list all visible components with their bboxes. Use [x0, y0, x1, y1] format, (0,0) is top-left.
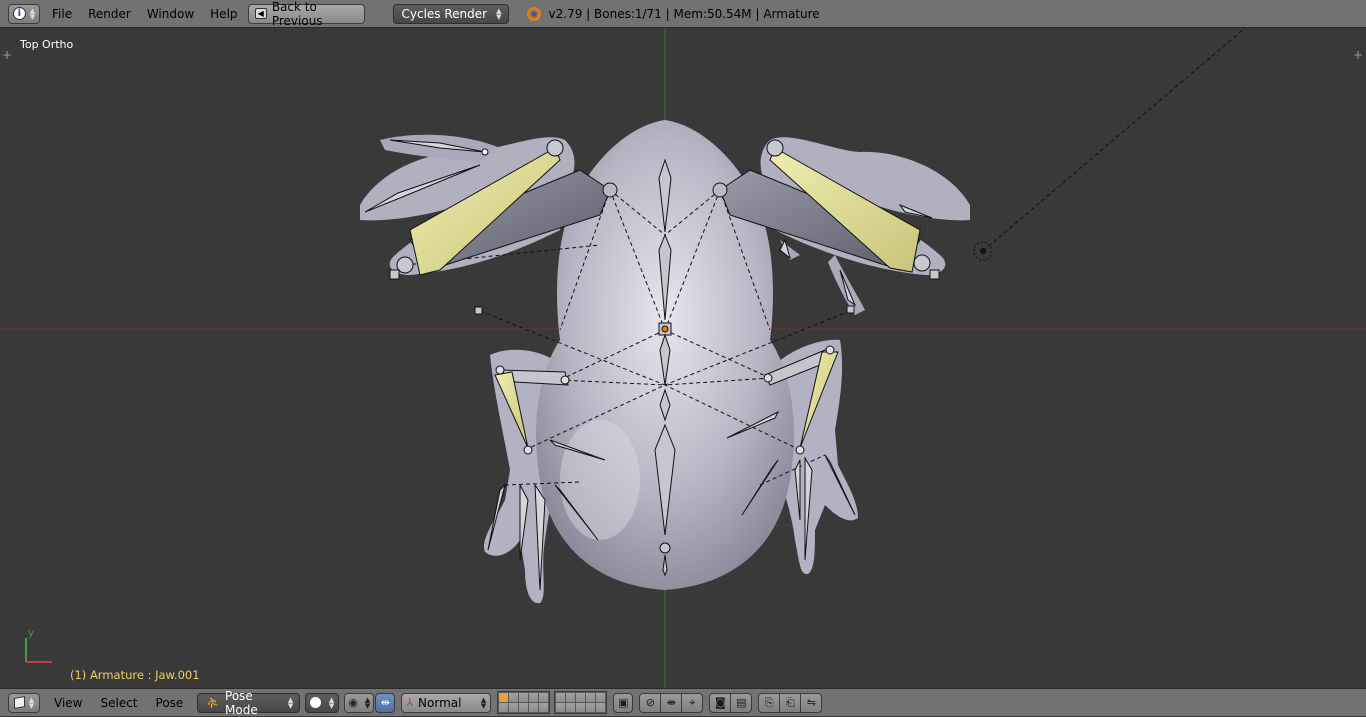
snap-toggle-button[interactable]: ⌖: [681, 692, 704, 713]
render-tools-group: ◙ ▤: [709, 692, 753, 713]
clapper-icon: ▤: [736, 696, 747, 709]
layer-buttons-group-1[interactable]: [497, 691, 551, 714]
opengl-render-image-button[interactable]: ◙: [709, 692, 732, 713]
updown-arrows-icon: ▲ ▼: [29, 6, 36, 21]
layers-icon: ▣: [618, 696, 629, 709]
copy-pose-button[interactable]: ⎘: [758, 692, 781, 713]
menu-pose[interactable]: Pose: [148, 693, 192, 713]
paste-pose-button[interactable]: ⎗: [779, 692, 802, 713]
scene-stats: v2.79 | Bones:1/71 | Mem:50.54M | Armatu…: [548, 6, 820, 21]
pose-copy-group: ⎘ ⎗ ⇋: [758, 692, 823, 713]
paste-flipped-pose-button[interactable]: ⇋: [800, 692, 823, 713]
camera-icon: ◙: [714, 696, 726, 709]
render-engine-select[interactable]: Cycles Render ▲ ▼: [392, 3, 509, 24]
proportional-edit-button[interactable]: ⊘: [639, 692, 662, 713]
render-engine-label: Cycles Render: [401, 6, 488, 21]
3d-viewport[interactable]: + + Top Ortho y (1) Armature : Jaw.001: [0, 28, 1366, 688]
pose-mode-icon: ⛹: [206, 696, 221, 709]
updown-arrows-icon: ▲ ▼: [364, 695, 371, 710]
manipulator-toggle-button[interactable]: ⇹: [375, 692, 396, 713]
back-to-previous-label: Back to Previous: [271, 0, 323, 28]
menu-view[interactable]: View: [46, 693, 90, 713]
menu-select[interactable]: Select: [92, 693, 145, 713]
menu-window[interactable]: Window: [139, 4, 202, 24]
pose-tools-group: ⊘ ⇼ ⌖: [639, 692, 704, 713]
manipulator-icon: ⇹: [380, 696, 390, 709]
transform-orientation-select[interactable]: ⅄ Normal ▲ ▼: [401, 692, 492, 713]
layer-buttons-group-2[interactable]: [554, 691, 608, 714]
paste-pose-icon: ⎗: [785, 695, 795, 709]
updown-arrows-icon: ▲ ▼: [28, 695, 35, 710]
cube-icon: [13, 696, 25, 709]
info-icon: i: [12, 7, 26, 20]
back-to-previous-button[interactable]: ◀ Back to Previous: [247, 0, 365, 28]
opengl-render-animation-button[interactable]: ▤: [730, 692, 753, 713]
paste-flipped-icon: ⇋: [806, 696, 816, 709]
editor-type-button[interactable]: ▲ ▼: [8, 692, 40, 713]
view-label: Top Ortho: [20, 38, 74, 51]
axis-gizmo-y-label: y: [28, 628, 34, 639]
orientation-label: Normal: [418, 695, 462, 710]
pivot-point-select[interactable]: ◉ ▲ ▼: [344, 692, 375, 713]
region-expand-left-icon[interactable]: +: [2, 48, 12, 62]
mode-label: Pose Mode: [225, 688, 258, 717]
updown-arrows-icon: ▲ ▼: [328, 695, 335, 710]
bone-layers-button[interactable]: ▣: [613, 692, 634, 713]
viewport-shading-select[interactable]: ▲ ▼: [305, 692, 340, 713]
mode-select[interactable]: ⛹ Pose Mode ▲ ▼: [197, 689, 301, 717]
mirror-icon: ⇼: [666, 696, 676, 709]
editor-type-button[interactable]: i ▲ ▼: [8, 3, 40, 24]
updown-arrows-icon: ▲ ▼: [496, 6, 502, 21]
mirror-toggle-button[interactable]: ⇼: [660, 692, 683, 713]
menu-help[interactable]: Help: [202, 4, 245, 24]
3d-view-header: ▲ ▼ View Select Pose ⛹ Pose Mode ▲ ▼ ▲ ▼ ◉ …: [0, 688, 1366, 717]
updown-arrows-icon: ▲ ▼: [287, 695, 294, 710]
orientation-axes-icon: ⅄: [406, 696, 414, 709]
menu-render[interactable]: Render: [80, 4, 139, 24]
region-expand-right-icon[interactable]: +: [1353, 48, 1363, 62]
blender-logo-icon: [526, 6, 541, 21]
info-header: i ▲ ▼ File Render Window Help ◀ Back to P…: [0, 0, 1366, 28]
updown-arrows-icon: ▲ ▼: [480, 695, 487, 710]
proportional-icon: ⊘: [645, 696, 655, 709]
viewport-canvas[interactable]: [0, 28, 1366, 688]
shading-solid-icon: [310, 697, 322, 708]
copy-pose-icon: ⎘: [764, 695, 774, 709]
snap-icon: ⌖: [689, 695, 696, 709]
object-info: (1) Armature : Jaw.001: [70, 668, 200, 682]
menu-file[interactable]: File: [44, 4, 80, 24]
pivot-icon: ◉: [348, 696, 358, 709]
back-arrow-icon: ◀: [254, 8, 267, 19]
